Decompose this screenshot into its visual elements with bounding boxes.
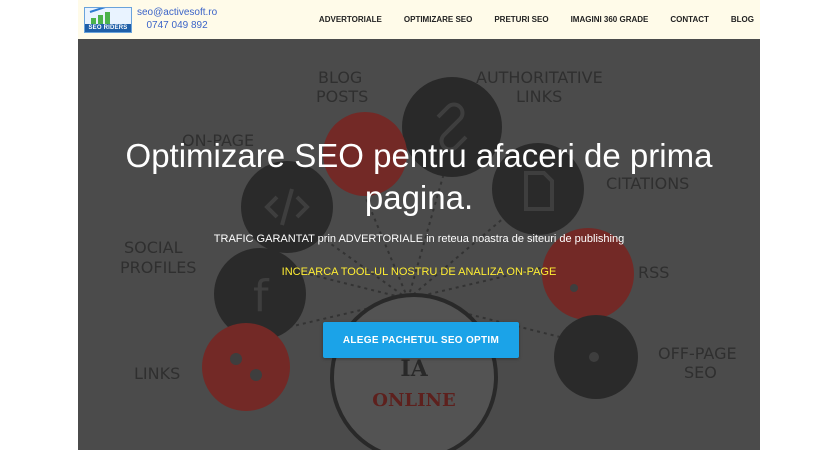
logo[interactable]: SEO RIDERS [84, 6, 132, 33]
nav-item-optimizare-seo[interactable]: OPTIMIZARE SEO [404, 15, 472, 24]
logo-text: SEO RIDERS [85, 23, 131, 32]
nav-item-contact[interactable]: CONTACT [670, 15, 709, 24]
contact-email[interactable]: seo@activesoft.ro [137, 7, 217, 19]
hero-title: Optimizare SEO pentru afaceri de prima p… [125, 137, 713, 216]
nav-item-imagini-360[interactable]: IMAGINI 360 GRADE [571, 15, 649, 24]
site-header: SEO RIDERS seo@activesoft.ro 0747 049 89… [78, 0, 760, 39]
onpage-tool-link[interactable]: INCEARCA TOOL-UL NOSTRU DE ANALIZA ON-PA… [78, 266, 760, 278]
nav-item-advertoriale[interactable]: ADVERTORIALE [319, 15, 382, 24]
main-nav: ADVERTORIALE OPTIMIZARE SEO PRETURI SEO … [308, 0, 760, 39]
nav-item-blog[interactable]: BLOG [731, 15, 754, 24]
nav-item-preturi-seo[interactable]: PRETURI SEO [494, 15, 548, 24]
contact-info: seo@activesoft.ro 0747 049 892 [137, 7, 217, 32]
site-container: SEO RIDERS seo@activesoft.ro 0747 049 89… [78, 0, 760, 450]
hero-subtitle: TRAFIC GARANTAT prin ADVERTORIALE in ret… [213, 233, 625, 245]
logo-block[interactable]: SEO RIDERS seo@activesoft.ro 0747 049 89… [84, 0, 217, 39]
hero-section: BLOG POSTS AUTHORITATIVE LINKS ON-PAGE C… [78, 39, 760, 450]
choose-seo-package-button[interactable]: ALEGE PACHETUL SEO OPTIM [323, 322, 519, 358]
contact-phone[interactable]: 0747 049 892 [147, 20, 208, 32]
